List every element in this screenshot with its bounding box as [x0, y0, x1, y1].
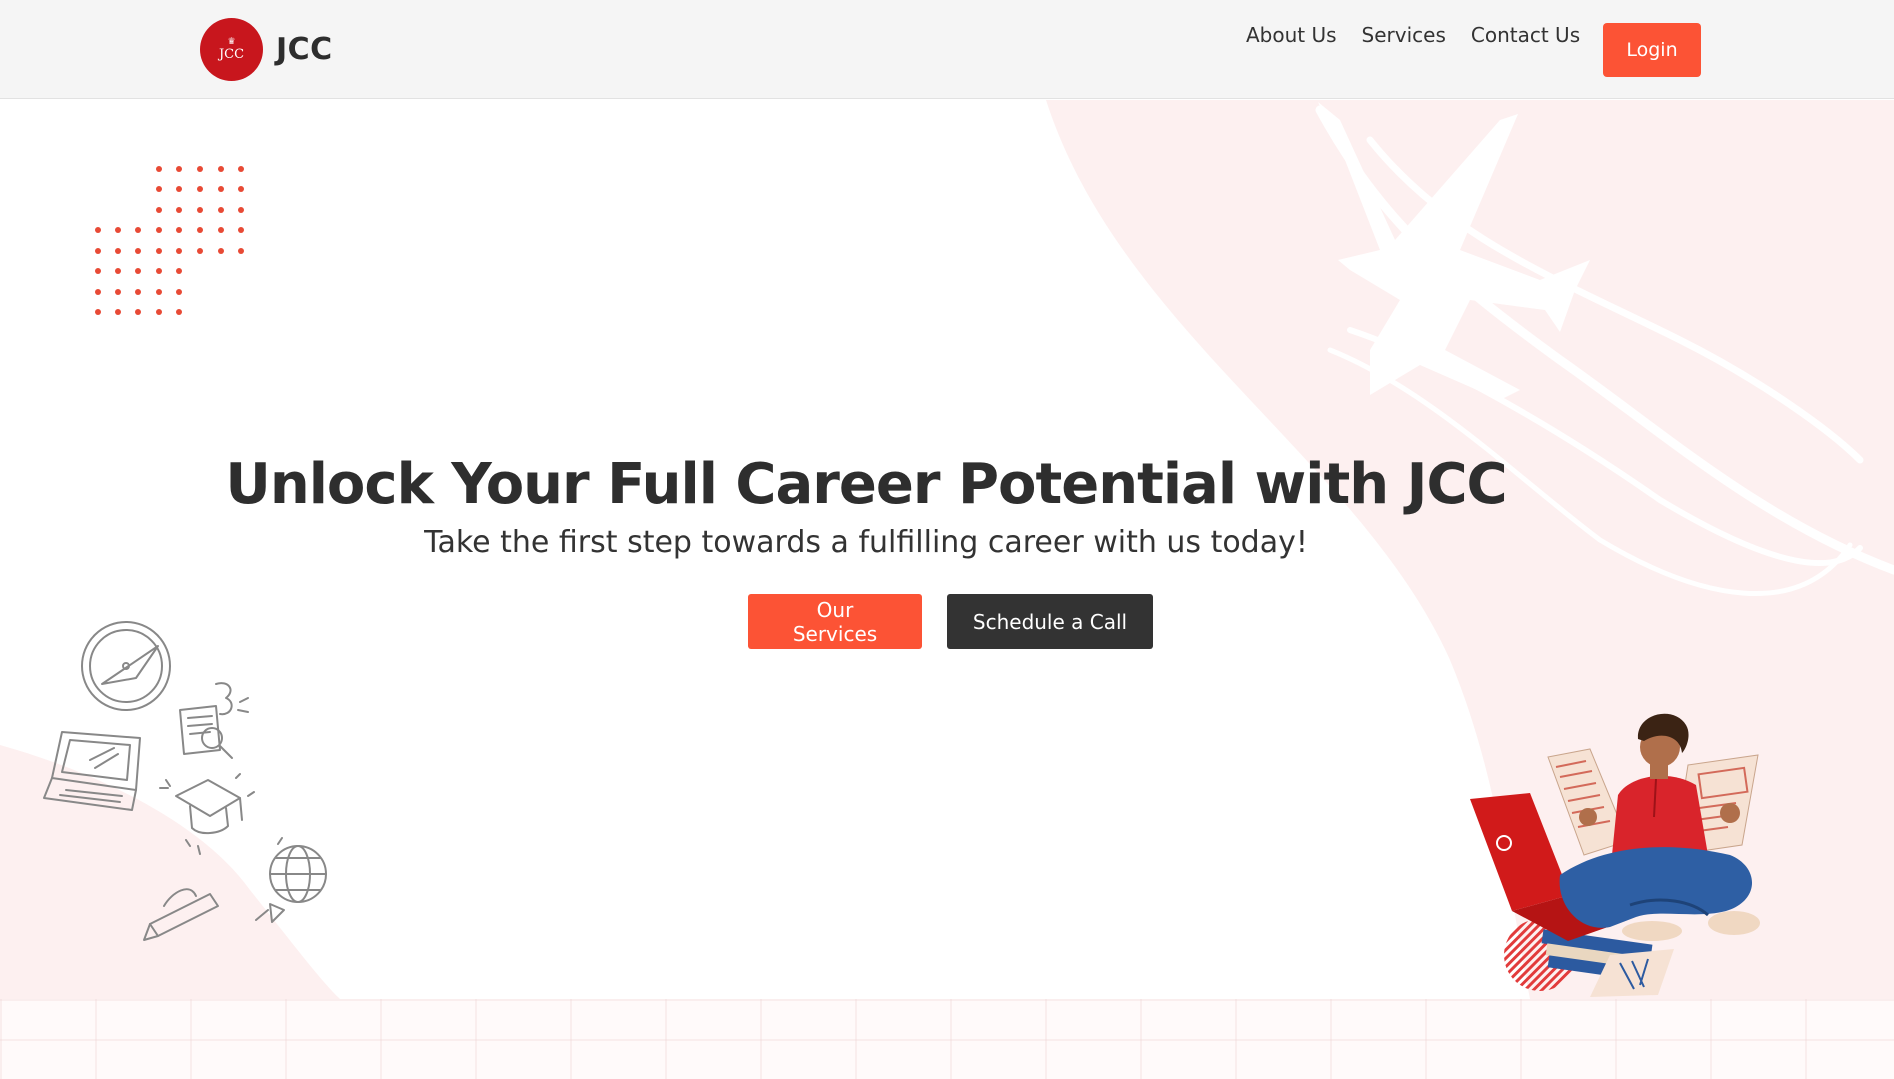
hero-cta-group: Our Services Schedule a Call	[748, 594, 1153, 649]
logo[interactable]: ♛ JCC	[200, 18, 263, 81]
globe-icon	[255, 837, 327, 923]
logo-text: JCC	[218, 47, 245, 62]
schedule-call-button[interactable]: Schedule a Call	[947, 594, 1153, 649]
hero-section: Unlock Your Full Career Potential with J…	[0, 100, 1894, 999]
nav-about-us[interactable]: About Us	[1246, 23, 1337, 47]
nav-services[interactable]: Services	[1362, 23, 1446, 47]
document-search-icon	[179, 682, 249, 759]
nav-contact-us[interactable]: Contact Us	[1471, 23, 1580, 47]
graduation-cap-icon	[159, 773, 255, 855]
pencil-icon	[143, 888, 219, 941]
student-illustration	[1470, 713, 1760, 997]
brand[interactable]: ♛ JCC JCC	[200, 18, 333, 81]
hero-title: Unlock Your Full Career Potential with J…	[225, 452, 1507, 517]
crown-icon: ♛	[227, 37, 236, 47]
compass-icon	[81, 621, 171, 711]
brand-name[interactable]: JCC	[276, 32, 333, 67]
main-nav: About Us Services Contact Us	[1246, 23, 1580, 47]
laptop-icon	[43, 731, 141, 811]
grid-pattern-strip	[0, 999, 1894, 1079]
site-header: ♛ JCC JCC About Us Services Contact Us L…	[0, 0, 1894, 99]
our-services-button[interactable]: Our Services	[748, 594, 922, 649]
hero-subtitle: Take the first step towards a fulfilling…	[424, 525, 1308, 560]
login-button[interactable]: Login	[1603, 23, 1701, 77]
dot-grid-pattern	[95, 166, 244, 315]
education-doodles	[43, 621, 327, 941]
